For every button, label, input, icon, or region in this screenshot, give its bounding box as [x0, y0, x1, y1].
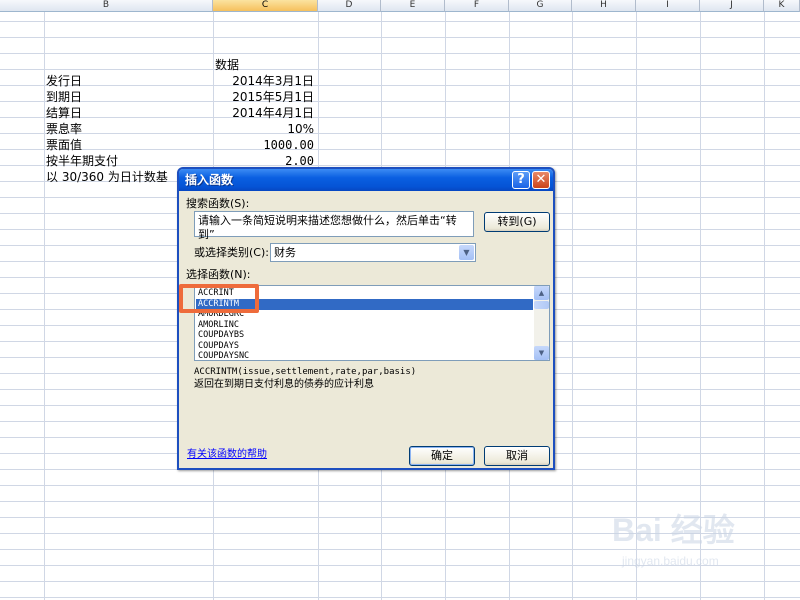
function-item[interactable]: COUPDAYS	[196, 341, 533, 352]
dialog-titlebar[interactable]: 插入函数 ? ✕	[179, 169, 553, 191]
watermark-url: jingyan.baidu.com	[622, 554, 719, 568]
grid-row-line	[0, 117, 800, 118]
function-item[interactable]: COUPDAYSNC	[196, 351, 533, 360]
grid-row-line	[0, 37, 800, 38]
close-icon[interactable]: ✕	[532, 171, 550, 189]
row-label-cell[interactable]: 发行日	[46, 73, 82, 89]
search-label: 搜索函数(S):	[186, 197, 250, 210]
grid-row-line	[0, 101, 800, 102]
grid-row-line	[0, 21, 800, 22]
grid-row-line	[0, 133, 800, 134]
row-label-cell[interactable]: 结算日	[46, 105, 82, 121]
column-header-d[interactable]: D	[318, 0, 381, 12]
function-item[interactable]: COUPDAYBS	[196, 330, 533, 341]
grid-row-line	[0, 149, 800, 150]
scroll-up-icon[interactable]: ▲	[534, 286, 549, 300]
row-label-cell[interactable]: 票面值	[46, 137, 82, 153]
scroll-down-icon[interactable]: ▼	[534, 346, 549, 360]
function-signature: ACCRINTM(issue,settlement,rate,par,basis…	[194, 367, 417, 377]
help-icon[interactable]: ?	[512, 171, 530, 189]
search-input[interactable]: 请输入一条简短说明来描述您想做什么，然后单击“转到”	[194, 211, 474, 241]
grid-row-line	[0, 485, 800, 486]
column-header-h[interactable]: H	[572, 0, 636, 12]
row-label-cell[interactable]: 票息率	[46, 121, 82, 137]
function-help-link[interactable]: 有关该函数的帮助	[187, 449, 267, 461]
grid-row-line	[0, 165, 800, 166]
row-value-cell[interactable]: 2014年3月1日	[232, 73, 314, 89]
column-header-e[interactable]: E	[381, 0, 445, 12]
row-label-cell[interactable]: 到期日	[46, 89, 82, 105]
grid-row-line	[0, 85, 800, 86]
column-header-f[interactable]: F	[445, 0, 509, 12]
row-label-cell[interactable]: 按半年期支付	[46, 153, 118, 169]
function-description: 返回在到期日支付利息的债券的应计利息	[194, 379, 374, 390]
category-select[interactable]: 财务 ▼	[270, 243, 476, 262]
column-header-i[interactable]: I	[636, 0, 700, 12]
insert-function-dialog: 插入函数 ? ✕ 搜索函数(S): 请输入一条简短说明来描述您想做什么，然后单击…	[177, 167, 555, 470]
scroll-thumb[interactable]	[534, 301, 549, 309]
row-value-cell[interactable]: 1000.00	[263, 137, 314, 153]
row-label-cell[interactable]: 以 30/360 为日计数基	[46, 169, 168, 185]
data-header-cell[interactable]: 数据	[215, 57, 239, 73]
list-scrollbar[interactable]: ▲ ▼	[534, 286, 549, 360]
grid-row-line	[0, 597, 800, 598]
cancel-button[interactable]: 取消	[484, 446, 550, 466]
row-value-cell[interactable]: 2014年4月1日	[232, 105, 314, 121]
goto-button[interactable]: 转到(G)	[484, 212, 550, 232]
row-value-cell[interactable]: 10%	[287, 121, 314, 137]
grid-row-line	[0, 581, 800, 582]
category-label: 或选择类别(C):	[194, 246, 269, 259]
watermark-brand: Bai 经验	[612, 512, 735, 548]
ok-button[interactable]: 确定	[409, 446, 475, 466]
column-header-k[interactable]: K	[764, 0, 800, 12]
grid-row-line	[0, 69, 800, 70]
column-header-bar: BCDEFGHIJK	[0, 0, 800, 12]
function-list-label: 选择函数(N):	[186, 268, 251, 281]
row-value-cell[interactable]: 2015年5月1日	[232, 89, 314, 105]
function-item[interactable]: AMORLINC	[196, 320, 533, 331]
category-value: 财务	[274, 246, 296, 259]
column-header-j[interactable]: J	[700, 0, 764, 12]
grid-row-line	[0, 53, 800, 54]
highlight-annotation-box	[179, 284, 259, 313]
column-header-g[interactable]: G	[509, 0, 572, 12]
grid-row-line	[0, 501, 800, 502]
chevron-down-icon[interactable]: ▼	[459, 245, 474, 260]
column-header-c[interactable]: C	[213, 0, 318, 12]
column-header-b[interactable]: B	[0, 0, 213, 12]
baidu-watermark: Bai 经验 jingyan.baidu.com	[612, 510, 762, 580]
dialog-title: 插入函数	[185, 173, 234, 187]
